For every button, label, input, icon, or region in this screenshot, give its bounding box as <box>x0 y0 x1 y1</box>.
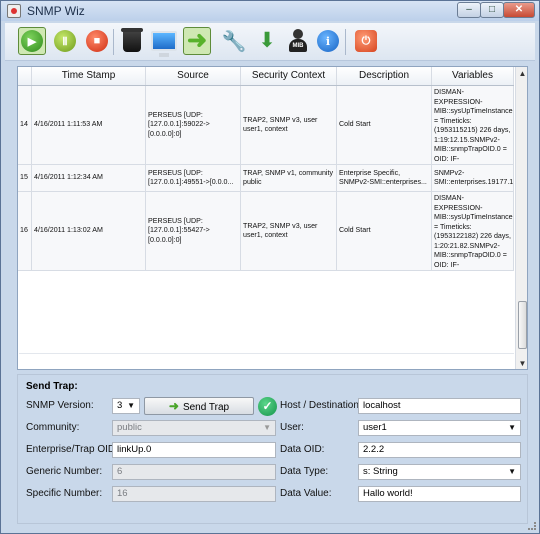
data-type-select[interactable]: s: String <box>358 464 521 480</box>
trap-grid: Time Stamp Source Security Context Descr… <box>18 67 514 369</box>
generic-number-field[interactable]: 6 <box>112 464 276 480</box>
title-bar[interactable]: SNMP Wiz – □ ✕ <box>1 1 539 21</box>
header-time-stamp[interactable]: Time Stamp <box>32 67 146 85</box>
mib-button[interactable]: MIB <box>284 27 312 55</box>
scroll-up-icon[interactable]: ▲ <box>516 67 527 80</box>
header-variables[interactable]: Variables <box>432 67 514 85</box>
row-timestamp: 4/16/2011 1:12:34 AM <box>32 165 146 191</box>
download-button[interactable]: ⬇ <box>253 27 281 55</box>
generic-number-label: Generic Number: <box>26 466 103 477</box>
mib-icon-head <box>293 29 303 39</box>
data-oid-field[interactable]: 2.2.2 <box>358 442 521 458</box>
send-trap-button[interactable]: ➜ Send Trap <box>144 397 254 415</box>
window-title: SNMP Wiz <box>27 4 85 18</box>
header-source[interactable]: Source <box>146 67 241 85</box>
send-arrow-icon: ➜ <box>186 27 208 54</box>
pause-icon: Ⅱ <box>54 30 76 52</box>
table-header: Time Stamp Source Security Context Descr… <box>18 67 514 86</box>
stop-icon: ■ <box>86 30 108 52</box>
enterprise-trap-oid-field[interactable]: linkUp.0 <box>112 442 276 458</box>
user-label: User: <box>280 422 304 433</box>
user-select[interactable]: user1 <box>358 420 521 436</box>
row-timestamp: 4/16/2011 1:11:53 AM <box>32 86 146 164</box>
download-icon: ⬇ <box>258 29 276 52</box>
toolbar: ▶ Ⅱ ■ ➜ 🔧 ⬇ MIB i ⏻ <box>5 23 535 61</box>
snmp-version-select[interactable]: 3 <box>112 398 140 414</box>
enterprise-trap-oid-label: Enterprise/Trap OID: <box>26 444 118 455</box>
row-security-context: TRAP2, SNMP v3, user user1, context <box>241 192 337 270</box>
info-button[interactable]: i <box>314 27 342 55</box>
row-source: PERSEUS [UDP: [127.0.0.1]:55427->[0.0.0.… <box>146 192 241 270</box>
vertical-scrollbar[interactable]: ▲ ▼ <box>515 67 527 369</box>
mib-icon-label: MIB <box>289 39 307 52</box>
specific-number-field[interactable]: 16 <box>112 486 276 502</box>
toolbar-separator <box>345 29 346 55</box>
scroll-thumb[interactable] <box>518 301 527 349</box>
row-description: Cold Start <box>337 86 432 164</box>
application-window: SNMP Wiz – □ ✕ ▶ Ⅱ ■ ➜ 🔧 ⬇ MIB i ⏻ Time … <box>0 0 540 534</box>
row-security-context: TRAP, SNMP v1, community public <box>241 165 337 191</box>
check-icon: ✓ <box>258 397 277 416</box>
row-description: Cold Start <box>337 192 432 270</box>
send-trap-title: Send Trap: <box>26 381 78 392</box>
row-id: 14 <box>18 86 32 164</box>
horizontal-scrollbar[interactable] <box>19 353 514 368</box>
power-icon: ⏻ <box>355 30 377 52</box>
snmp-version-label: SNMP Version: <box>26 400 94 411</box>
header-id[interactable] <box>18 67 32 85</box>
send-trap-panel: Send Trap: SNMP Version: 3 ➜Send Trap ✓ … <box>17 374 528 524</box>
power-button[interactable]: ⏻ <box>352 27 380 55</box>
row-id: 15 <box>18 165 32 191</box>
row-variables: DISMAN-EXPRESSION-MIB::sysUpTimeInstance… <box>434 86 514 164</box>
trap-table: Time Stamp Source Security Context Descr… <box>17 66 528 370</box>
settings-button[interactable]: 🔧 <box>220 27 248 55</box>
start-icon: ▶ <box>21 30 43 52</box>
minimize-button[interactable]: – <box>457 2 481 18</box>
data-value-field[interactable]: Hallo world! <box>358 486 521 502</box>
stop-button[interactable]: ■ <box>83 27 111 55</box>
scroll-down-icon[interactable]: ▼ <box>516 357 527 369</box>
send-trap-toolbar-button[interactable]: ➜ <box>183 27 211 55</box>
send-trap-label: Send Trap <box>182 402 230 413</box>
data-value-label: Data Value: <box>280 488 332 499</box>
row-variables: SNMPv2-SMI::enterprises.19177.1.1.... <box>432 165 514 191</box>
toolbar-separator <box>113 29 114 55</box>
start-button[interactable]: ▶ <box>18 27 46 55</box>
close-button[interactable]: ✕ <box>503 2 535 18</box>
mib-icon: MIB <box>287 29 309 53</box>
row-source: PERSEUS [UDP: [127.0.0.1]:59022->[0.0.0.… <box>146 86 241 164</box>
monitor-icon <box>151 31 177 57</box>
data-oid-label: Data OID: <box>280 444 325 455</box>
row-id: 16 <box>18 192 32 270</box>
table-row[interactable]: 16 4/16/2011 1:13:02 AM PERSEUS [UDP: [1… <box>18 192 514 271</box>
app-icon <box>7 4 21 18</box>
row-variables: DISMAN-EXPRESSION-MIB::sysUpTimeInstance… <box>434 192 514 270</box>
specific-number-label: Specific Number: <box>26 488 103 499</box>
header-description[interactable]: Description <box>337 67 432 85</box>
pause-button[interactable]: Ⅱ <box>51 27 79 55</box>
row-security-context: TRAP2, SNMP v3, user user1, context <box>241 86 337 164</box>
header-security-context[interactable]: Security Context <box>241 67 337 85</box>
host-destination-label: Host / Destination: <box>280 400 362 411</box>
community-select[interactable]: public <box>112 420 276 436</box>
community-label: Community: <box>26 422 80 433</box>
table-row[interactable]: 15 4/16/2011 1:12:34 AM PERSEUS [UDP: [1… <box>18 165 514 192</box>
data-type-label: Data Type: <box>280 466 329 477</box>
host-destination-field[interactable]: localhost <box>358 398 521 414</box>
resize-grip[interactable] <box>528 522 536 530</box>
table-row[interactable]: 14 4/16/2011 1:11:53 AM PERSEUS [UDP: [1… <box>18 86 514 165</box>
trash-icon <box>121 28 143 52</box>
row-timestamp: 4/16/2011 1:13:02 AM <box>32 192 146 270</box>
info-icon: i <box>317 30 339 52</box>
clear-button[interactable] <box>118 27 146 55</box>
row-source: PERSEUS [UDP: [127.0.0.1]:49551->[0.0.0.… <box>146 165 241 191</box>
wrench-icon: 🔧 <box>221 30 247 53</box>
send-arrow-icon: ➜ <box>168 399 179 413</box>
monitor-button[interactable] <box>150 27 178 57</box>
row-description: Enterprise Specific, SNMPv2-SMI::enterpr… <box>337 165 432 191</box>
maximize-button[interactable]: □ <box>480 2 504 18</box>
